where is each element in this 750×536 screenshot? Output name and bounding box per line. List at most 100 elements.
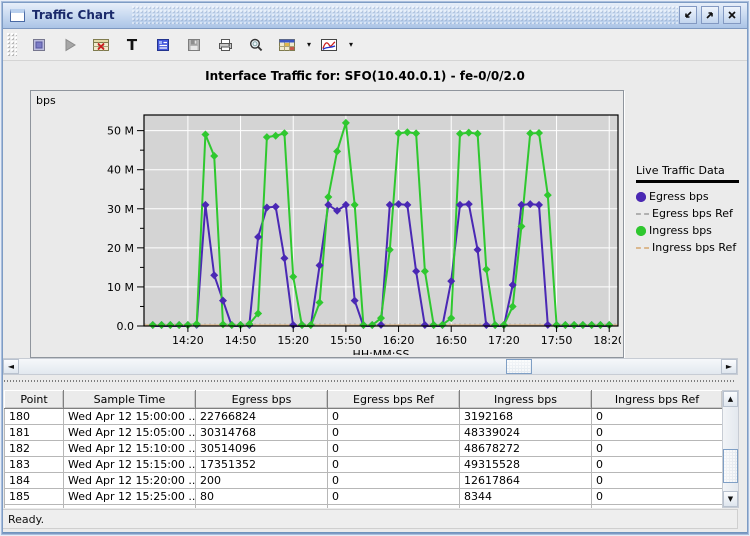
table-cell[interactable]: Wed Apr 12 15:00:00 ... <box>64 409 196 425</box>
svg-text:50 M: 50 M <box>107 125 134 138</box>
table-cell[interactable]: 0 <box>592 457 723 473</box>
print-icon[interactable] <box>213 33 237 57</box>
legend-item-label: Egress bps Ref <box>652 207 733 220</box>
status-bar: Ready. <box>2 509 738 529</box>
table-row[interactable]: 181Wed Apr 12 15:05:00 ...30314768048339… <box>5 425 723 441</box>
table-cell[interactable]: 7736 <box>460 505 592 509</box>
table-cell[interactable]: 0 <box>328 441 460 457</box>
vertical-scrollbar-thumb[interactable] <box>723 449 738 483</box>
table-cell[interactable]: Wed Apr 12 15:15:00 ... <box>64 457 196 473</box>
column-header-sample-time[interactable]: Sample Time <box>64 391 196 409</box>
svg-text:40 M: 40 M <box>107 164 134 177</box>
scroll-right-icon[interactable]: ► <box>721 359 737 374</box>
table-cell[interactable]: 17351352 <box>196 457 328 473</box>
svg-text:15:50: 15:50 <box>330 334 362 347</box>
table-cell[interactable]: Wed Apr 12 15:25:00 ... <box>64 489 196 505</box>
table-cell[interactable]: 185 <box>5 489 64 505</box>
svg-text:T: T <box>127 37 138 53</box>
table-vertical-scrollbar[interactable]: ▲ ▼ <box>722 390 739 508</box>
table-row[interactable]: 185Wed Apr 12 15:25:00 ...80083440 <box>5 489 723 505</box>
svg-text:10 M: 10 M <box>107 281 134 294</box>
table-row[interactable]: 186Wed Apr 12 15:30:00 ...80077360 <box>5 505 723 509</box>
table-cell[interactable]: 182 <box>5 441 64 457</box>
column-header-egress-bps[interactable]: Egress bps <box>196 391 328 409</box>
table-cell[interactable]: 80 <box>196 505 328 509</box>
chart-horizontal-scrollbar[interactable]: ◄ ► <box>2 358 738 375</box>
table-cell[interactable]: 184 <box>5 473 64 489</box>
table-cell[interactable]: 183 <box>5 457 64 473</box>
close-icon[interactable] <box>723 6 741 24</box>
chart-title: Interface Traffic for: SFO(10.40.0.1) - … <box>0 69 730 83</box>
table-options-dropdown-arrow-icon[interactable]: ▾ <box>307 40 311 49</box>
table-row[interactable]: 182Wed Apr 12 15:10:00 ...30514096048678… <box>5 441 723 457</box>
table-cell[interactable]: 12617864 <box>460 473 592 489</box>
table-cell[interactable]: 0 <box>592 409 723 425</box>
reset-chart-icon[interactable] <box>89 33 113 57</box>
chart-type-icon[interactable] <box>317 33 341 57</box>
table-options-icon[interactable] <box>275 33 299 57</box>
table-cell[interactable]: 200 <box>196 473 328 489</box>
table-cell[interactable]: 48339024 <box>460 425 592 441</box>
table-cell[interactable]: 186 <box>5 505 64 509</box>
table-cell[interactable]: Wed Apr 12 15:05:00 ... <box>64 425 196 441</box>
play-icon[interactable] <box>58 33 82 57</box>
scroll-up-icon[interactable]: ▲ <box>723 391 738 407</box>
table-cell[interactable]: 0 <box>328 505 460 509</box>
table-cell[interactable]: 49315528 <box>460 457 592 473</box>
table-cell[interactable]: 0 <box>592 425 723 441</box>
traffic-data-table: PointSample TimeEgress bpsEgress bps Ref… <box>4 390 722 508</box>
save-icon[interactable] <box>182 33 206 57</box>
table-cell[interactable]: Wed Apr 12 15:10:00 ... <box>64 441 196 457</box>
column-header-ingress-bps[interactable]: Ingress bps <box>460 391 592 409</box>
table-row[interactable]: 180Wed Apr 12 15:00:00 ...22766824031921… <box>5 409 723 425</box>
window-icon <box>10 9 25 22</box>
horizontal-scrollbar-thumb[interactable] <box>506 359 532 374</box>
stop-icon[interactable] <box>27 33 51 57</box>
minimize-icon[interactable] <box>679 6 697 24</box>
column-header-ingress-bps-ref[interactable]: Ingress bps Ref <box>592 391 723 409</box>
table-cell[interactable]: 22766824 <box>196 409 328 425</box>
table-cell[interactable]: 30314768 <box>196 425 328 441</box>
table-cell[interactable]: 180 <box>5 409 64 425</box>
table-cell[interactable]: Wed Apr 12 15:30:00 ... <box>64 505 196 509</box>
titlebar-texture <box>132 6 678 24</box>
table-cell[interactable]: Wed Apr 12 15:20:00 ... <box>64 473 196 489</box>
toolbar-drag-handle[interactable] <box>7 33 17 57</box>
table-cell[interactable]: 0 <box>592 505 723 509</box>
scroll-down-icon[interactable]: ▼ <box>723 491 738 507</box>
legend-item: Ingress bps Ref <box>636 239 748 256</box>
traffic-line-chart[interactable]: 0.010 M20 M30 M40 M50 M14:2014:5015:2015… <box>31 91 621 355</box>
maximize-icon[interactable] <box>701 6 719 24</box>
svg-text:16:50: 16:50 <box>435 334 467 347</box>
text-title-icon[interactable]: T <box>120 33 144 57</box>
table-cell[interactable]: 30514096 <box>196 441 328 457</box>
table-cell[interactable]: 0 <box>592 473 723 489</box>
table-cell[interactable]: 181 <box>5 425 64 441</box>
chart-type-dropdown-arrow-icon[interactable]: ▾ <box>349 40 353 49</box>
column-header-point[interactable]: Point <box>5 391 64 409</box>
column-header-egress-bps-ref[interactable]: Egress bps Ref <box>328 391 460 409</box>
zoom-icon[interactable] <box>244 33 268 57</box>
scroll-left-icon[interactable]: ◄ <box>3 359 19 374</box>
table-cell[interactable]: 0 <box>328 425 460 441</box>
table-cell[interactable]: 0 <box>592 489 723 505</box>
pane-splitter[interactable] <box>2 377 738 386</box>
table-cell[interactable]: 48678272 <box>460 441 592 457</box>
table-cell[interactable]: 3192168 <box>460 409 592 425</box>
legend-title: Live Traffic Data <box>636 164 748 177</box>
table-row[interactable]: 184Wed Apr 12 15:20:00 ...2000126178640 <box>5 473 723 489</box>
table-body: 180Wed Apr 12 15:00:00 ...22766824031921… <box>5 409 723 509</box>
table-cell[interactable]: 8344 <box>460 489 592 505</box>
table-cell[interactable]: 0 <box>328 457 460 473</box>
table-cell[interactable]: 0 <box>328 409 460 425</box>
table-row[interactable]: 183Wed Apr 12 15:15:00 ...17351352049315… <box>5 457 723 473</box>
table-cell[interactable]: 0 <box>328 473 460 489</box>
table-cell[interactable]: 80 <box>196 489 328 505</box>
legend-dash-marker <box>636 213 649 215</box>
legend-item: Egress bps <box>636 188 748 205</box>
table-cell[interactable]: 0 <box>592 441 723 457</box>
table-cell[interactable]: 0 <box>328 489 460 505</box>
svg-text:0.0: 0.0 <box>117 320 135 333</box>
properties-icon[interactable] <box>151 33 175 57</box>
title-bar[interactable]: Traffic Chart <box>2 2 748 29</box>
